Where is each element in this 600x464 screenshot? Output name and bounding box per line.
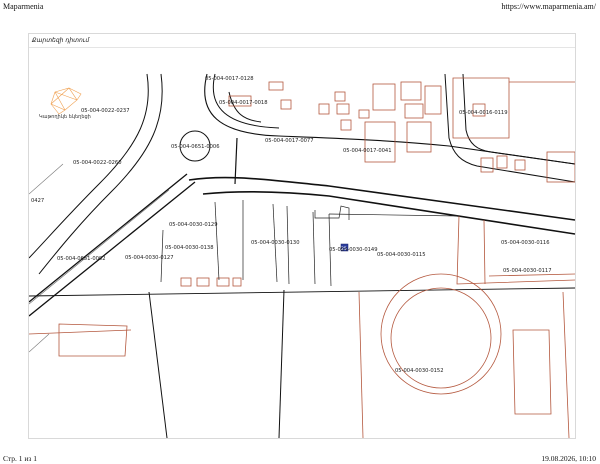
middle-parcels (160, 200, 460, 287)
parcel-label: 05-004-0030-0116 (501, 240, 550, 246)
parcel-label: 05-004-0030-0149 (329, 247, 378, 253)
parcel-label: 05-004-0651-0002 (57, 256, 106, 262)
parcel-label: 05-004-0030-0129 (169, 222, 218, 228)
parcel-label: 05-004-0030-0117 (503, 268, 552, 274)
header-url[interactable]: https://www.maparmenia.am/ (501, 2, 596, 11)
footer-page-number: Стр. 1 из 1 (3, 454, 37, 463)
footer-datetime: 19.08.2026, 10:10 (541, 454, 596, 463)
parcel-label: 05-004-0017-0077 (265, 138, 314, 144)
parcel-label-layer: 05-004-0017-0128 05-004-0017-0018 05-004-0… (31, 76, 552, 374)
parcel-label: 05-004-0016-0119 (459, 110, 508, 116)
parcel-label: 05-004-0030-0152 (395, 368, 444, 374)
map-panel: 05-004-0017-0128 05-004-0017-0018 05-004-0… (28, 33, 576, 439)
parcel-label: 05-004-0030-0138 (165, 245, 214, 251)
landmark-label: Կաթողիկե եկեղեցի (39, 114, 91, 120)
parcel-label: 05-004-0030-0115 (377, 252, 426, 258)
parcel-label: 05-004-0017-0018 (219, 100, 268, 106)
parcel-label: 05-004-0030-0127 (125, 255, 174, 261)
parcel-label: 0427 (31, 198, 44, 204)
map-canvas[interactable]: 05-004-0017-0128 05-004-0017-0018 05-004-0… (29, 34, 575, 438)
parcel-label: 05-004-0017-0128 (205, 76, 254, 82)
header-site-name: Maparmenia (3, 2, 44, 11)
church-landmark (50, 87, 82, 115)
parcel-label: 05-004-0022-0260 (73, 160, 122, 166)
road-network (29, 73, 575, 438)
parcel-label: 05-004-0017-0041 (343, 148, 392, 154)
parcel-label: 05-004-0651-0006 (171, 144, 220, 150)
parcel-label: 05-004-0030-0130 (251, 240, 300, 246)
map-panel-title: Քարտեզի դիտում (29, 34, 575, 48)
position-marker-label: 25 (341, 246, 347, 252)
parcel-boundaries (29, 77, 575, 438)
